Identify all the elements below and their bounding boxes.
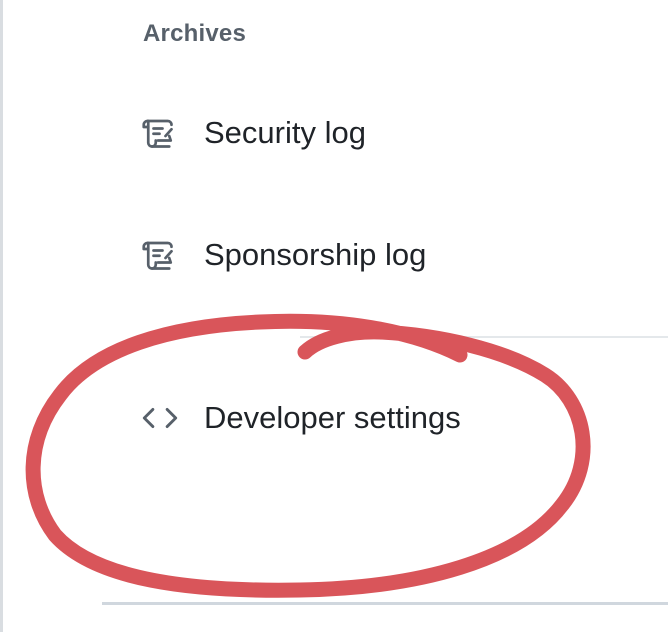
section-heading-archives: Archives (143, 20, 246, 47)
sidebar-left-border (0, 0, 3, 632)
sidebar-item-developer-settings[interactable]: Developer settings (140, 394, 461, 442)
section-divider (300, 336, 668, 338)
log-icon (140, 113, 184, 153)
section-divider (102, 602, 668, 605)
log-icon (140, 235, 184, 275)
code-icon (140, 398, 184, 438)
settings-sidebar: Archives Security log Sponsorship log De… (0, 0, 668, 632)
sidebar-item-label: Sponsorship log (204, 237, 427, 272)
sidebar-item-label: Security log (204, 115, 366, 150)
sidebar-item-label: Developer settings (204, 400, 461, 435)
sidebar-item-security-log[interactable]: Security log (140, 109, 366, 157)
sidebar-item-sponsorship-log[interactable]: Sponsorship log (140, 231, 426, 279)
red-circle-annotation (25, 313, 591, 598)
